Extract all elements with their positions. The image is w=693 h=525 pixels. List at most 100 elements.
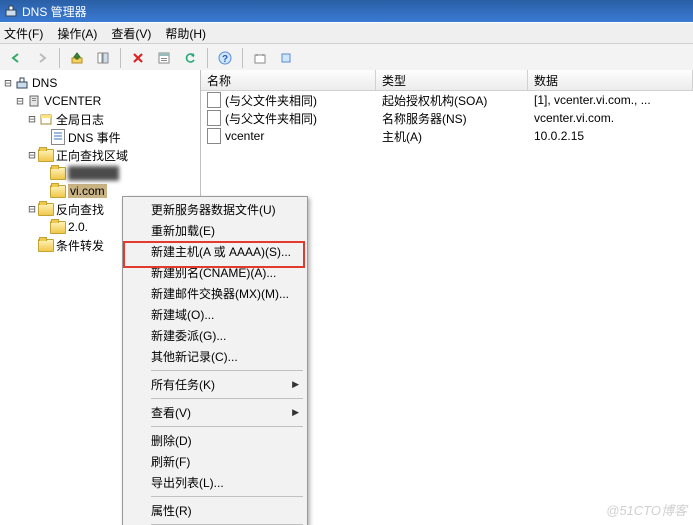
record-icon bbox=[207, 128, 221, 144]
folder-icon bbox=[50, 184, 66, 198]
ctx-reload[interactable]: 重新加载(E) bbox=[125, 220, 305, 241]
toolbar-properties[interactable] bbox=[152, 46, 176, 70]
events-icon bbox=[50, 130, 66, 144]
folder-icon bbox=[38, 148, 54, 162]
list-row[interactable]: (与父文件夹相同) 名称服务器(NS) vcenter.vi.com. bbox=[201, 109, 693, 127]
toolbar-help[interactable]: ? bbox=[213, 46, 237, 70]
tree-label: vi.com bbox=[68, 184, 107, 198]
cell-name: vcenter bbox=[225, 129, 264, 143]
tree-server[interactable]: ⊟ VCENTER bbox=[0, 92, 200, 110]
body: ⊟ DNS ⊟ VCENTER ⊟ 全局日志 DNS 事件 ⊟ bbox=[0, 70, 693, 525]
expander-icon[interactable]: ⊟ bbox=[2, 76, 14, 90]
ctx-label: 刷新(F) bbox=[151, 453, 190, 470]
cell-type: 名称服务器(NS) bbox=[382, 110, 467, 127]
list-row[interactable]: vcenter 主机(A) 10.0.2.15 bbox=[201, 127, 693, 145]
toolbar-separator bbox=[59, 48, 60, 68]
toolbar-misc2[interactable] bbox=[274, 46, 298, 70]
ctx-label: 新建邮件交换器(MX)(M)... bbox=[151, 285, 289, 302]
toolbar-show-hide[interactable] bbox=[91, 46, 115, 70]
titlebar: DNS 管理器 bbox=[0, 0, 693, 22]
ctx-new-alias[interactable]: 新建别名(CNAME)(A)... bbox=[125, 262, 305, 283]
tree-label: 全局日志 bbox=[56, 111, 104, 128]
tree-label: 正向查找区域 bbox=[56, 147, 128, 164]
tree-forward-zones[interactable]: ⊟ 正向查找区域 bbox=[0, 146, 200, 164]
ctx-label: 查看(V) bbox=[151, 404, 191, 421]
ctx-new-delegation[interactable]: 新建委派(G)... bbox=[125, 325, 305, 346]
ctx-new-mx[interactable]: 新建邮件交换器(MX)(M)... bbox=[125, 283, 305, 304]
ctx-export-list[interactable]: 导出列表(L)... bbox=[125, 472, 305, 493]
ctx-separator bbox=[151, 370, 303, 371]
menu-help[interactable]: 帮助(H) bbox=[165, 25, 206, 42]
cell-data: 10.0.2.15 bbox=[534, 129, 584, 143]
cell-data: vcenter.vi.com. bbox=[534, 111, 614, 125]
ctx-label: 新建委派(G)... bbox=[151, 327, 226, 344]
log-folder-icon bbox=[38, 112, 54, 126]
toolbar-back[interactable] bbox=[4, 46, 28, 70]
tree-root-dns[interactable]: ⊟ DNS bbox=[0, 74, 200, 92]
context-menu: 更新服务器数据文件(U) 重新加载(E) 新建主机(A 或 AAAA)(S)..… bbox=[122, 196, 308, 525]
ctx-label: 新建域(O)... bbox=[151, 306, 214, 323]
ctx-new-domain[interactable]: 新建域(O)... bbox=[125, 304, 305, 325]
column-header-name[interactable]: 名称 bbox=[201, 70, 376, 90]
tree-label: VCENTER bbox=[44, 94, 101, 108]
cell-name: (与父文件夹相同) bbox=[225, 92, 317, 109]
ctx-new-host[interactable]: 新建主机(A 或 AAAA)(S)... bbox=[125, 241, 305, 262]
toolbar: ? bbox=[0, 44, 693, 73]
cell-name: (与父文件夹相同) bbox=[225, 110, 317, 127]
ctx-properties[interactable]: 属性(R) bbox=[125, 500, 305, 521]
expander-icon[interactable]: ⊟ bbox=[26, 148, 38, 162]
toolbar-forward[interactable] bbox=[30, 46, 54, 70]
list-row[interactable]: (与父文件夹相同) 起始授权机构(SOA) [1], vcenter.vi.co… bbox=[201, 91, 693, 109]
expander-icon[interactable]: ⊟ bbox=[26, 112, 38, 126]
ctx-all-tasks[interactable]: 所有任务(K) bbox=[125, 374, 305, 395]
folder-icon bbox=[38, 238, 54, 252]
ctx-label: 导出列表(L)... bbox=[151, 474, 224, 491]
list-header: 名称 类型 数据 bbox=[201, 70, 693, 91]
menu-view[interactable]: 查看(V) bbox=[111, 25, 151, 42]
app-icon bbox=[4, 4, 18, 18]
ctx-update-server-data[interactable]: 更新服务器数据文件(U) bbox=[125, 199, 305, 220]
tree-label-blurred: ██████ bbox=[68, 166, 119, 180]
tree-zone-blurred[interactable]: ██████ bbox=[0, 164, 200, 182]
column-header-data[interactable]: 数据 bbox=[528, 70, 693, 90]
tree-label: 2.0. bbox=[68, 220, 88, 234]
tree-label: DNS bbox=[32, 76, 57, 90]
expander-icon[interactable]: ⊟ bbox=[14, 94, 26, 108]
ctx-refresh[interactable]: 刷新(F) bbox=[125, 451, 305, 472]
toolbar-up[interactable] bbox=[65, 46, 89, 70]
ctx-label: 新建别名(CNAME)(A)... bbox=[151, 264, 276, 281]
cell-data: [1], vcenter.vi.com., ... bbox=[534, 93, 651, 107]
ctx-separator bbox=[151, 398, 303, 399]
ctx-view[interactable]: 查看(V) bbox=[125, 402, 305, 423]
toolbar-misc1[interactable] bbox=[248, 46, 272, 70]
expander-icon[interactable]: ⊟ bbox=[26, 202, 38, 216]
ctx-label: 更新服务器数据文件(U) bbox=[151, 201, 276, 218]
svg-text:?: ? bbox=[222, 54, 228, 65]
tree-label: 条件转发 bbox=[56, 237, 104, 254]
folder-icon bbox=[50, 166, 66, 180]
toolbar-separator bbox=[207, 48, 208, 68]
ctx-label: 其他新记录(C)... bbox=[151, 348, 238, 365]
column-header-type[interactable]: 类型 bbox=[376, 70, 528, 90]
menu-file[interactable]: 文件(F) bbox=[4, 25, 43, 42]
tree-global-logs[interactable]: ⊟ 全局日志 bbox=[0, 110, 200, 128]
ctx-delete[interactable]: 删除(D) bbox=[125, 430, 305, 451]
toolbar-separator bbox=[242, 48, 243, 68]
folder-icon bbox=[38, 202, 54, 216]
ctx-label: 新建主机(A 或 AAAA)(S)... bbox=[151, 243, 291, 260]
toolbar-separator bbox=[120, 48, 121, 68]
tree-label: DNS 事件 bbox=[68, 129, 121, 146]
record-icon bbox=[207, 110, 221, 126]
toolbar-refresh[interactable] bbox=[178, 46, 202, 70]
ctx-label: 所有任务(K) bbox=[151, 376, 215, 393]
ctx-separator bbox=[151, 496, 303, 497]
menu-action[interactable]: 操作(A) bbox=[57, 25, 97, 42]
toolbar-delete[interactable] bbox=[126, 46, 150, 70]
tree-dns-events[interactable]: DNS 事件 bbox=[0, 128, 200, 146]
ctx-label: 重新加载(E) bbox=[151, 222, 215, 239]
folder-icon bbox=[50, 220, 66, 234]
ctx-other-records[interactable]: 其他新记录(C)... bbox=[125, 346, 305, 367]
dns-icon bbox=[14, 76, 30, 90]
ctx-label: 属性(R) bbox=[151, 502, 192, 519]
ctx-separator bbox=[151, 426, 303, 427]
